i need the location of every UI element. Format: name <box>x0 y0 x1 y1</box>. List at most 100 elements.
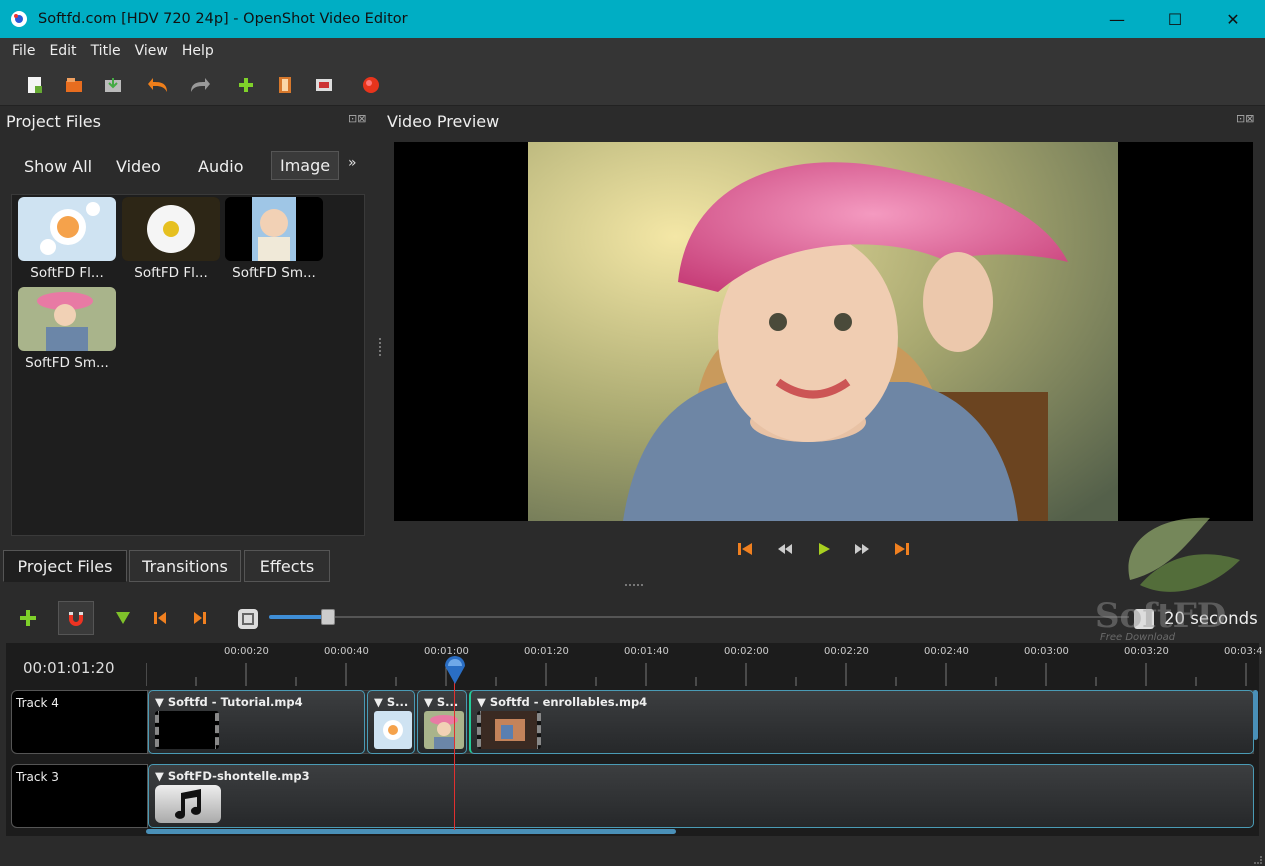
ruler-tick-label: 00:02:00 <box>724 646 769 657</box>
tab-project-files[interactable]: Project Files <box>3 550 127 582</box>
ruler-tick-label: 00:03:20 <box>1124 646 1169 657</box>
filter-audio[interactable]: Audio <box>190 153 251 180</box>
rewind-icon[interactable] <box>776 541 794 561</box>
menu-title[interactable]: Title <box>91 43 121 59</box>
add-marker-icon[interactable] <box>114 610 132 630</box>
clip-menu-icon[interactable]: ▼ <box>477 695 486 709</box>
resize-grip[interactable] <box>1254 856 1262 864</box>
clip-label: Softfd - enrollables.mp4 <box>489 695 648 709</box>
file-name-label: SoftFD Fl... <box>30 265 104 281</box>
timeline-clip[interactable]: ▼ Softfd - Tutorial.mp4 <box>148 690 365 754</box>
timeline-ruler[interactable] <box>145 643 1259 686</box>
maximize-button[interactable]: ☐ <box>1146 0 1204 38</box>
ruler-tick-label: 00:02:20 <box>824 646 869 657</box>
save-project-icon[interactable] <box>100 72 126 98</box>
clip-label: S... <box>436 695 459 709</box>
open-project-icon[interactable] <box>61 72 87 98</box>
timeline-horizontal-scrollbar[interactable] <box>146 829 676 834</box>
filter-show-all[interactable]: Show All <box>16 153 100 180</box>
magnet-icon <box>69 612 83 626</box>
fullscreen-icon[interactable] <box>311 72 337 98</box>
redo-icon[interactable] <box>187 72 213 98</box>
timeline-clip[interactable]: ▼ S... <box>367 690 415 754</box>
play-icon[interactable] <box>815 541 833 561</box>
ruler-tick-label: 00:02:40 <box>924 646 969 657</box>
fast-forward-icon[interactable] <box>853 541 871 561</box>
filter-video[interactable]: Video <box>108 153 169 180</box>
track-header[interactable]: Track 4 <box>11 690 148 754</box>
ruler-tick-label: 00:01:40 <box>624 646 669 657</box>
more-filters-icon[interactable]: » <box>348 155 357 171</box>
menu-file[interactable]: File <box>12 43 35 59</box>
watermark-tagline: Free Download <box>1100 632 1176 643</box>
openshot-logo-icon <box>11 11 27 27</box>
previous-marker-icon[interactable] <box>152 610 168 630</box>
minimize-button[interactable]: — <box>1088 0 1146 38</box>
clip-label: Softfd - Tutorial.mp4 <box>167 695 303 709</box>
project-files-title: Project Files <box>6 112 101 131</box>
next-marker-icon[interactable] <box>192 610 208 630</box>
jump-to-end-icon[interactable] <box>893 541 911 561</box>
file-thumbnail-flower-1[interactable] <box>18 197 116 261</box>
ruler-tick-label: 00:01:20 <box>524 646 569 657</box>
clip-menu-icon[interactable]: ▼ <box>374 695 383 709</box>
zoom-slider-fill <box>269 615 329 619</box>
main-toolbar <box>0 64 1265 106</box>
panel-float-close-icon[interactable]: ⊡⊠ <box>348 112 366 125</box>
file-thumbnail-girl[interactable] <box>18 287 116 351</box>
ruler-tick-label: 00:03:4 <box>1224 646 1263 657</box>
timeline-current-time: 00:01:01:20 <box>23 659 115 677</box>
preview-frame-image <box>528 142 1118 521</box>
add-track-icon[interactable] <box>18 608 38 632</box>
playhead-line <box>454 682 455 830</box>
undo-icon[interactable] <box>145 72 171 98</box>
timeline-clip[interactable]: ▼ Softfd - enrollables.mp4 <box>469 690 1254 754</box>
window-title: Softfd.com [HDV 720 24p] - OpenShot Vide… <box>38 11 408 27</box>
file-thumbnail-flower-2[interactable] <box>122 197 220 261</box>
clip-thumbnail <box>374 711 412 749</box>
zoom-slider-handle[interactable] <box>321 609 335 625</box>
project-files-list: SoftFD Fl... SoftFD Fl... SoftFD Sm... S… <box>11 194 365 536</box>
export-video-icon[interactable] <box>358 72 384 98</box>
menu-view[interactable]: View <box>135 43 168 59</box>
new-project-icon[interactable] <box>22 72 48 98</box>
watermark-text: SoftFD <box>1095 596 1227 636</box>
import-files-icon[interactable] <box>233 72 259 98</box>
profile-icon[interactable] <box>272 72 298 98</box>
menu-help[interactable]: Help <box>182 43 214 59</box>
music-note-icon <box>175 789 201 819</box>
clip-thumbnail <box>155 711 219 749</box>
clip-label: S... <box>386 695 409 709</box>
zoom-fit-icon[interactable] <box>238 609 258 629</box>
video-preview-canvas[interactable] <box>394 142 1253 521</box>
vertical-splitter[interactable] <box>625 584 643 586</box>
menu-edit[interactable]: Edit <box>49 43 76 59</box>
clip-menu-icon[interactable]: ▼ <box>424 695 433 709</box>
preview-float-close-icon[interactable]: ⊡⊠ <box>1236 112 1254 125</box>
file-name-label: SoftFD Sm... <box>232 265 316 281</box>
ruler-tick-label: 00:00:20 <box>224 646 269 657</box>
timeline-vertical-scrollbar[interactable] <box>1253 690 1258 740</box>
snapping-toggle-button[interactable] <box>58 601 94 635</box>
close-button[interactable]: ✕ <box>1204 0 1262 38</box>
clip-menu-icon[interactable]: ▼ <box>155 695 164 709</box>
timeline-clip[interactable]: ▼ SoftFD-shontelle.mp3 <box>148 764 1254 828</box>
ruler-tick-label: 00:00:40 <box>324 646 369 657</box>
tab-effects[interactable]: Effects <box>244 550 330 582</box>
zoom-slider-track[interactable] <box>329 616 1129 618</box>
video-preview-title: Video Preview <box>387 112 500 131</box>
playhead-handle-icon[interactable] <box>443 656 467 686</box>
clip-thumbnail <box>477 711 541 749</box>
track-header[interactable]: Track 3 <box>11 764 148 828</box>
filter-image[interactable]: Image <box>271 151 340 180</box>
softfd-watermark-logo <box>1128 517 1240 592</box>
clip-menu-icon[interactable]: ▼ <box>155 769 164 783</box>
jump-to-start-icon[interactable] <box>736 541 754 561</box>
timeline-clip[interactable]: ▼ S... <box>417 690 467 754</box>
tab-transitions[interactable]: Transitions <box>129 550 241 582</box>
clip-thumbnail <box>424 711 464 749</box>
panel-splitter[interactable] <box>379 338 382 356</box>
file-thumbnail-baby[interactable] <box>225 197 323 261</box>
clip-label: SoftFD-shontelle.mp3 <box>167 769 310 783</box>
menu-bar: File Edit Title View Help <box>0 38 1265 64</box>
